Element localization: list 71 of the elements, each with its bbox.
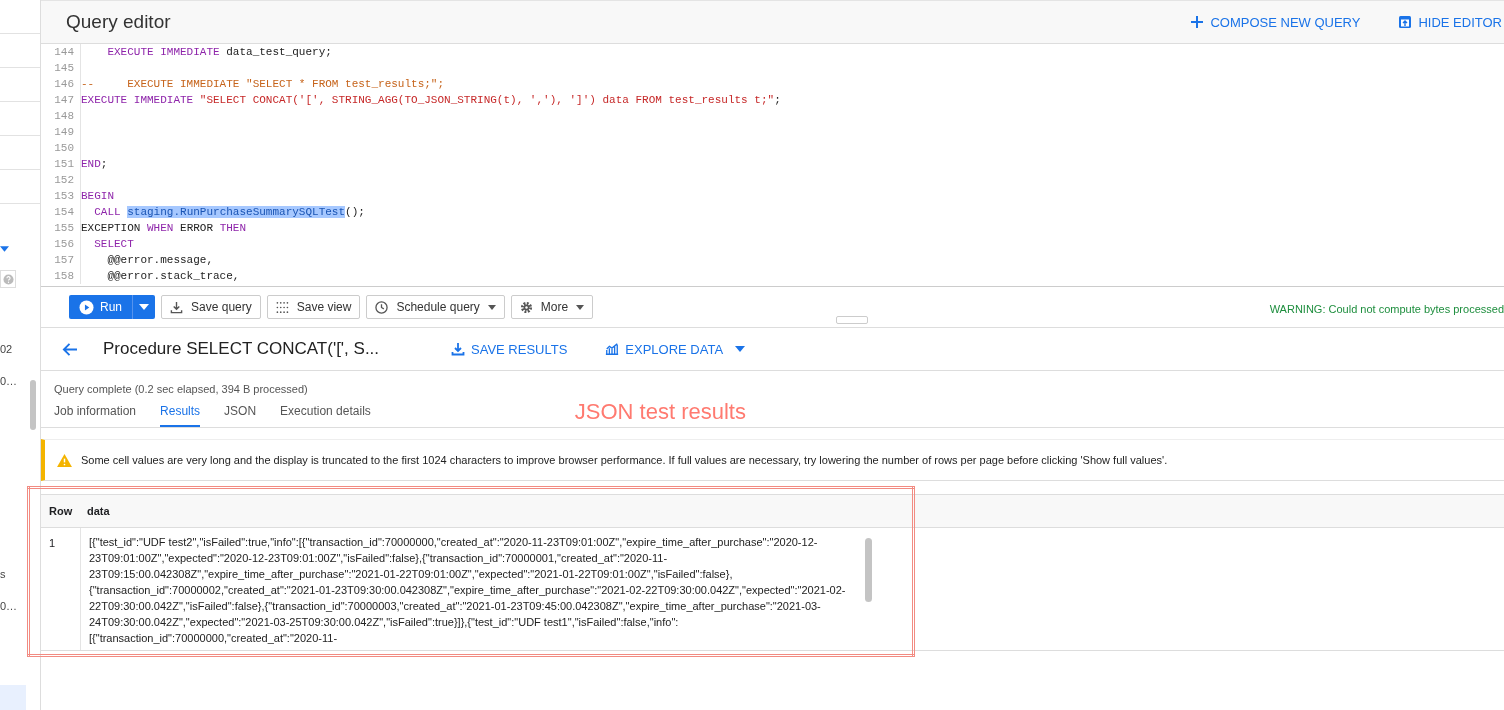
- code-line: CALL staging.RunPurchaseSummarySQLTest();: [93, 205, 365, 220]
- column-header: Row: [48, 505, 74, 517]
- warning-message: WARNING: Could not compute bytes processed: [1269, 302, 1504, 315]
- line-number: 146: [41, 76, 81, 92]
- line-number: 147: [41, 92, 81, 108]
- upload-box-icon: [1398, 15, 1413, 29]
- line-number: 158: [41, 268, 81, 284]
- line-number: 150: [41, 140, 81, 156]
- compose-new-query-button[interactable]: COMPOSE NEW QUERY: [1190, 14, 1361, 30]
- plus-icon: [1190, 15, 1205, 29]
- save-results-button[interactable]: SAVE RESULTS: [451, 341, 568, 357]
- line-number: 152: [41, 172, 81, 188]
- table-cell-text: [{"test_id":"UDF test2","isFailed":true,"info":[{"transaction_id":70000000,"created_at":"2020-11-23T09:01:00Z","expire_time_after_purchase":"2020-12-23T09:01:00Z","expected":"2020-12-23T09:01:00Z","isFailed":false},{"transaction_id":70000001,"created_at":"2020-11-23T09:15:00.042308Z","expire_time_after_purchase":"2021-01-22T09:01:00Z","expected":"2021-01-22T09:01:00Z","isFailed":false},{"transaction_id":70000002,"created_at":"2021-01-23T09:30:00.042308Z","expire_time_after_purchase":"2021-02-22T09:30:00.042Z","expected":"2021-02-22T09:30:00.042Z","isFailed":false},{"transaction_id":70000003,"created_at":"2021-01-23T09:45:00.042308Z","expire_time_after_purchase":"2021-03-24T09:30:00.042Z","expected":"2021-03-25T09:30:00.042Z","isFailed":true}]},{"test_id":"UDF test1","isFailed":false,"info":[{"transaction_id":70000000,"created_at":"2020-11-: [89, 535, 847, 646]
- dot-grid-icon: [275, 300, 289, 314]
- settings-icon: [519, 300, 533, 314]
- column-header: data: [86, 505, 111, 517]
- hide-editor-button[interactable]: HIDE EDITOR: [1398, 14, 1502, 30]
- line-number: 149: [41, 124, 81, 140]
- scrollbar[interactable]: [30, 380, 36, 430]
- results-tab[interactable]: JSON: [224, 404, 257, 427]
- line-number: 155: [41, 220, 81, 236]
- code-line: SELECT: [93, 237, 134, 252]
- resize-handle[interactable]: [836, 316, 868, 324]
- line-number: 156: [41, 236, 81, 252]
- line-number: 145: [41, 60, 81, 76]
- row-number: 1: [41, 528, 81, 650]
- line-number: 157: [41, 252, 81, 268]
- code-line: EXECUTE IMMEDIATE data_test_query;: [106, 45, 332, 60]
- notice-text: Some cell values are very long and the display is truncated to the first 1024 characters to improve browser performance. If full values are necessary, try lowering the number of rows per page before clicking 'Show full values'.: [81, 454, 1168, 466]
- code-line: EXCEPTION WHEN ERROR THEN: [81, 221, 247, 236]
- more-button[interactable]: More: [510, 295, 594, 319]
- run-button[interactable]: Run: [69, 295, 133, 319]
- line-number: 144: [41, 44, 81, 60]
- chart-icon: [605, 342, 620, 356]
- code-line: @@error.message,: [106, 253, 214, 268]
- line-number: 148: [41, 108, 81, 124]
- schedule-button[interactable]: Schedule query: [366, 295, 505, 319]
- line-number: 154: [41, 204, 81, 220]
- results-title: Procedure SELECT CONCAT('[', S...: [103, 339, 381, 359]
- code-line: @@error.stack_trace,: [106, 269, 240, 284]
- sidebar-item[interactable]: s: [0, 568, 6, 584]
- caret-icon[interactable]: [0, 246, 9, 252]
- results-tab[interactable]: Results: [160, 404, 201, 427]
- download-icon: [451, 342, 465, 356]
- sidebar-item[interactable]: 0…: [0, 375, 18, 391]
- editor-title: Query editor: [66, 11, 171, 33]
- code-line: END;: [81, 157, 108, 172]
- query-status: Query complete (0.2 sec elapsed, 394 B processed): [53, 382, 309, 395]
- play-icon: [79, 299, 94, 315]
- caret-icon: [139, 304, 149, 310]
- warning-icon: [57, 453, 72, 467]
- sidebar-item[interactable]: 0…: [0, 600, 18, 616]
- line-number: 151: [41, 156, 81, 172]
- annotation-label: JSON test results: [574, 399, 746, 426]
- help-icon[interactable]: [0, 270, 16, 288]
- sidebar-item[interactable]: 02: [0, 343, 13, 359]
- scrollbar[interactable]: [865, 538, 872, 602]
- code-line: -- EXECUTE IMMEDIATE "SELECT * FROM test_results;";: [81, 77, 445, 92]
- explore-data-button[interactable]: EXPLORE DATA: [605, 341, 746, 357]
- clock-icon: [375, 300, 389, 314]
- results-tab[interactable]: Job information: [54, 404, 137, 427]
- caret-icon: [735, 346, 746, 352]
- results-tab[interactable]: Execution details: [280, 404, 371, 427]
- code-line: BEGIN: [81, 189, 114, 204]
- download-icon: [170, 300, 183, 314]
- back-arrow-icon[interactable]: [61, 341, 78, 357]
- save-button[interactable]: Save query: [161, 295, 261, 319]
- code-line: EXECUTE IMMEDIATE "SELECT CONCAT('[', STRING_AGG(TO_JSON_STRING(t), ','), ']') data FROM test_results t;";: [81, 93, 781, 108]
- run-dropdown-button[interactable]: [133, 295, 155, 319]
- line-number: 153: [41, 188, 81, 204]
- view-button[interactable]: Save view: [266, 295, 361, 319]
